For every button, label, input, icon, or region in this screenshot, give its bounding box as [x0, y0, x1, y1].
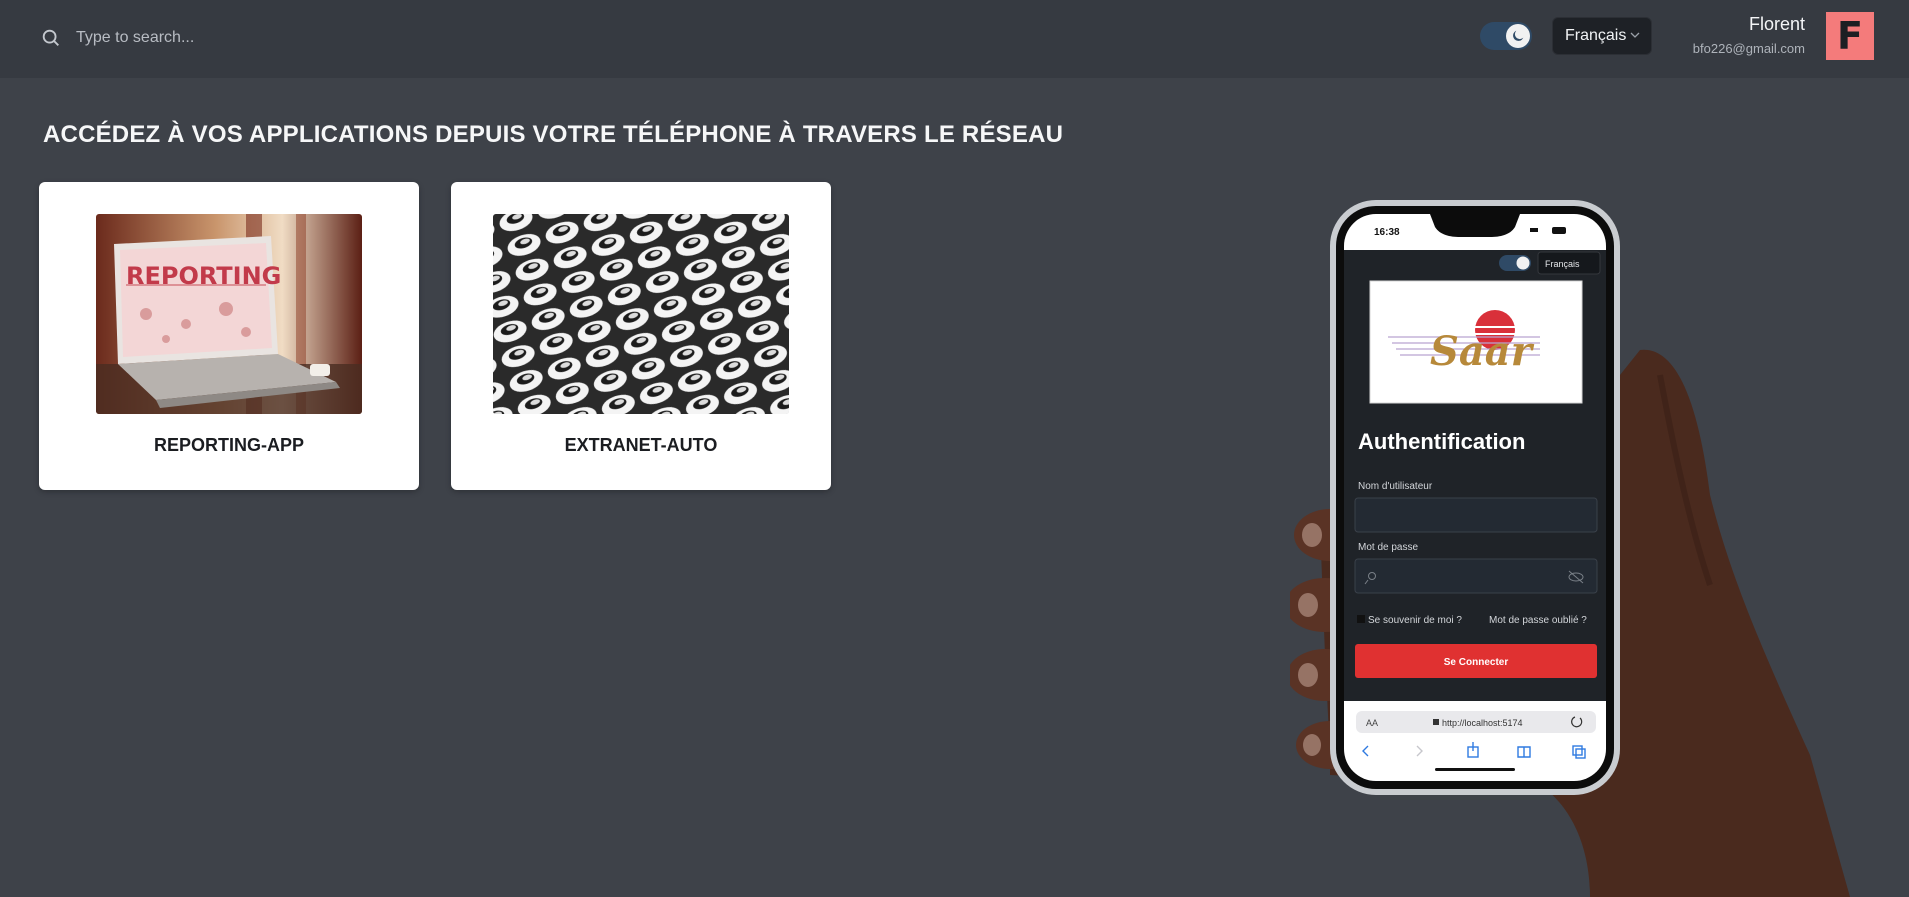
phone-url-aa: AA	[1366, 718, 1378, 728]
search-input[interactable]	[76, 29, 436, 47]
extranet-auto-image	[493, 214, 789, 414]
phone-submit-button: Se Connecter	[1444, 657, 1509, 668]
reporting-app-image: REPORTING	[96, 214, 362, 414]
language-select-value: Français	[1565, 27, 1627, 44]
phone-remember-label: Se souvenir de moi ?	[1368, 615, 1462, 626]
user-email: bfo226@gmail.com	[1692, 41, 1805, 56]
phone-username-label: Nom d'utilisateur	[1358, 481, 1433, 492]
search-icon	[42, 29, 59, 46]
search-bar[interactable]	[40, 22, 460, 54]
app-card-label: EXTRANET-AUTO	[564, 435, 718, 455]
moon-icon	[1513, 30, 1524, 41]
app-card-label: REPORTING-APP	[153, 435, 304, 455]
user-name: Florent	[1748, 14, 1805, 34]
chevron-down-icon	[1630, 32, 1640, 38]
top-bar: Français Florent bfo226@gmail.com F	[0, 0, 1909, 78]
phone-url: http://localhost:5174	[1442, 718, 1523, 728]
phone-auth-title: Authentification	[1358, 429, 1525, 454]
theme-toggle[interactable]	[1480, 22, 1532, 50]
reporting-image-text: REPORTING	[126, 262, 281, 290]
theme-toggle-knob	[1506, 24, 1530, 48]
app-card-reporting[interactable]: REPORTING REPORTING-APP	[39, 182, 419, 490]
language-select[interactable]: Français	[1552, 17, 1652, 55]
phone-language: Français	[1545, 259, 1580, 269]
user-info: Florent bfo226@gmail.com	[1693, 14, 1805, 56]
avatar[interactable]: F	[1826, 12, 1874, 60]
phone-logo-text: Saar	[1430, 328, 1535, 375]
phone-password-label: Mot de passe	[1358, 542, 1418, 553]
phone-illustration: 16:38 Français Saar Authentification Nom…	[1285, 195, 1850, 897]
page-title: ACCÉDEZ À VOS APPLICATIONS DEPUIS VOTRE …	[43, 121, 1064, 148]
app-card-extranet[interactable]: EXTRANET-AUTO	[451, 182, 831, 490]
phone-time: 16:38	[1374, 227, 1400, 238]
phone-forgot-link: Mot de passe oublié ?	[1489, 615, 1587, 626]
